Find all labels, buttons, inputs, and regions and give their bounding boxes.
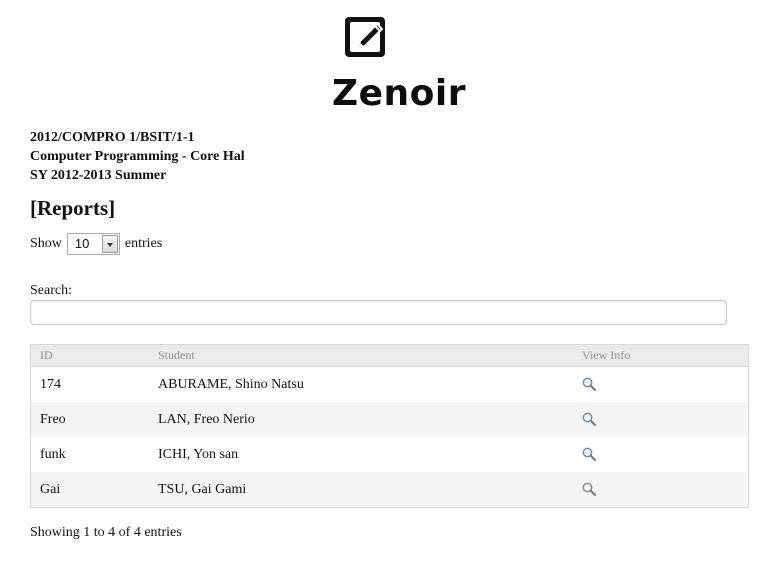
search-label: Search: [30,283,72,298]
cell-view-info [573,437,748,472]
search-icon[interactable] [582,412,596,427]
cell-view-info [573,402,748,437]
table-row: 174 ABURAME, Shino Natsu [31,366,748,402]
table-header-row: ID Student View Info [31,345,748,367]
cell-id: Gai [31,472,149,507]
page-title: [Reports] [30,196,116,220]
cell-student: ABURAME, Shino Natsu [149,366,573,402]
header-logo [0,14,781,62]
search-icon[interactable] [582,377,596,392]
course-info: 2012/COMPRO 1/BSIT/1-1 Computer Programm… [30,128,245,185]
table-row: funk ICHI, Yon san [31,437,748,472]
table-row: Freo LAN, Freo Nerio [31,402,748,437]
brand-title: Zenoir [332,73,466,114]
column-header-student[interactable]: Student [149,345,573,367]
cell-view-info [573,366,748,402]
column-header-id[interactable]: ID [31,345,149,367]
search-icon[interactable] [582,447,596,462]
entries-select-value: 10 [74,236,90,251]
search-icon[interactable] [582,482,596,497]
length-prefix-label: Show [30,236,62,251]
course-term: SY 2012-2013 Summer [30,168,167,183]
reports-table: ID Student View Info 174 ABURAME, Shino … [30,344,749,508]
cell-student: TSU, Gai Gami [149,472,573,507]
table-row: Gai TSU, Gai Gami [31,472,748,507]
length-suffix-label: entries [124,236,163,251]
search-input[interactable] [30,300,727,325]
cell-student: ICHI, Yon san [149,437,573,472]
cell-view-info [573,472,748,507]
entries-select[interactable]: 10 [66,233,120,255]
cell-id: 174 [31,366,149,402]
table-info: Showing 1 to 4 of 4 entries [30,525,182,540]
cell-id: funk [31,437,149,472]
course-title: Computer Programming - Core Hal [30,149,245,164]
course-code: 2012/COMPRO 1/BSIT/1-1 [30,130,195,145]
chevron-down-icon[interactable] [101,235,118,253]
cell-id: Freo [31,402,149,437]
column-header-view-info[interactable]: View Info [573,345,748,367]
cell-student: LAN, Freo Nerio [149,402,573,437]
edit-icon [345,17,385,57]
entries-length-control: Show 10 entries [30,232,162,256]
